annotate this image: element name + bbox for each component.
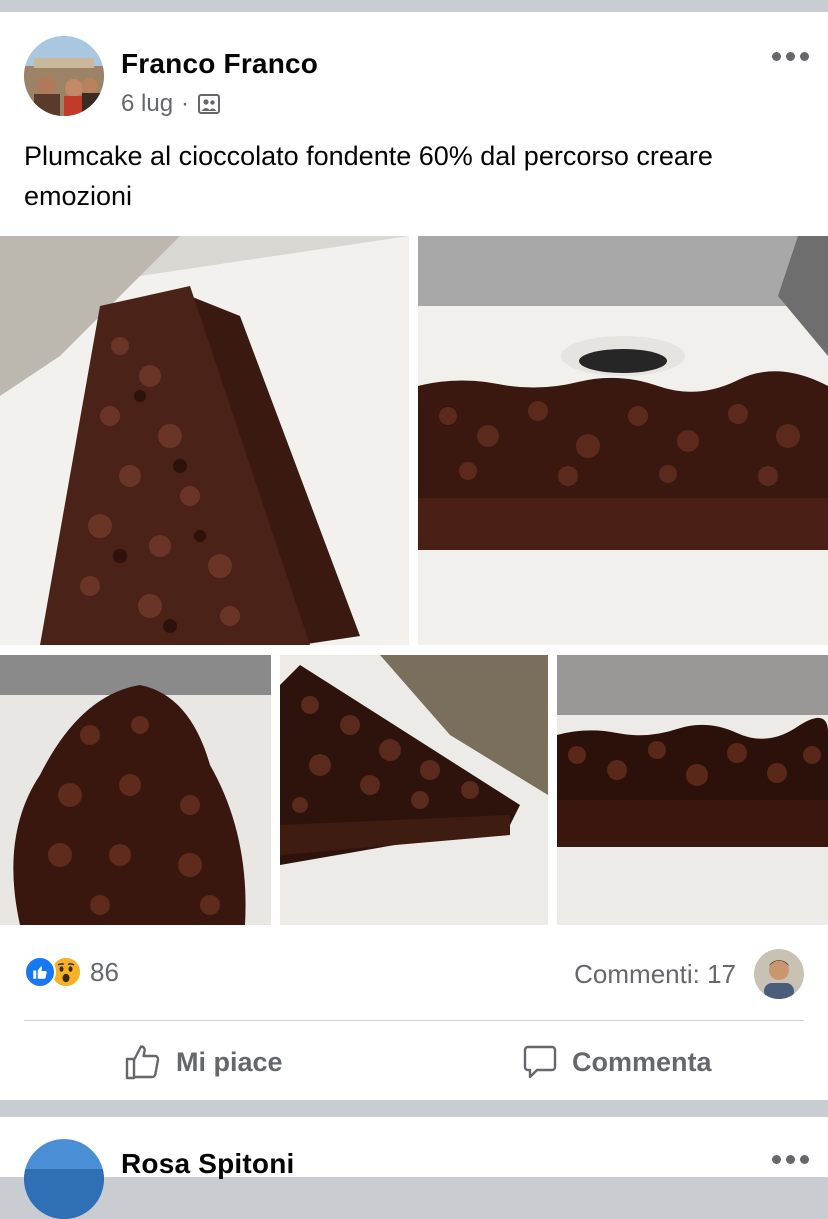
like-button[interactable]: Mi piace — [124, 1038, 283, 1086]
author-name[interactable]: Franco Franco — [121, 48, 318, 80]
thumbs-up-icon — [124, 1043, 162, 1081]
post-date[interactable]: 6 lug — [121, 90, 173, 118]
friends-icon — [197, 92, 221, 116]
comment-button[interactable]: Commenta — [522, 1038, 712, 1086]
more-options-icon[interactable] — [772, 52, 809, 61]
comment-bubble-icon — [522, 1044, 558, 1080]
post-photo-3[interactable] — [0, 655, 271, 925]
post-meta: 6 lug · — [121, 90, 221, 118]
next-author-avatar[interactable] — [24, 1139, 104, 1219]
post-photo-2[interactable] — [418, 236, 828, 645]
reaction-count: 86 — [90, 956, 119, 987]
commenter-avatar[interactable] — [754, 949, 804, 999]
like-button-label: Mi piace — [176, 1046, 283, 1077]
post-text: Plumcake al cioccolato fondente 60% dal … — [24, 141, 713, 211]
next-author-name[interactable]: Rosa Spitoni — [121, 1148, 295, 1180]
reactions-summary[interactable]: 86 — [24, 956, 119, 988]
post-photo-4[interactable] — [280, 655, 548, 925]
comment-button-label: Commenta — [572, 1046, 712, 1077]
actions-divider — [24, 1020, 804, 1021]
meta-separator: · — [181, 90, 190, 117]
post-card: Franco Franco 6 lug · Plumcake al ciocco… — [0, 12, 828, 1100]
comment-count[interactable]: Commenti: 17 — [574, 959, 736, 990]
post-photo-1[interactable] — [0, 236, 409, 645]
author-avatar[interactable] — [24, 36, 104, 116]
next-post-card: Rosa Spitoni — [0, 1117, 828, 1219]
post-photo-5[interactable] — [557, 655, 828, 925]
like-reaction-icon — [24, 956, 56, 988]
